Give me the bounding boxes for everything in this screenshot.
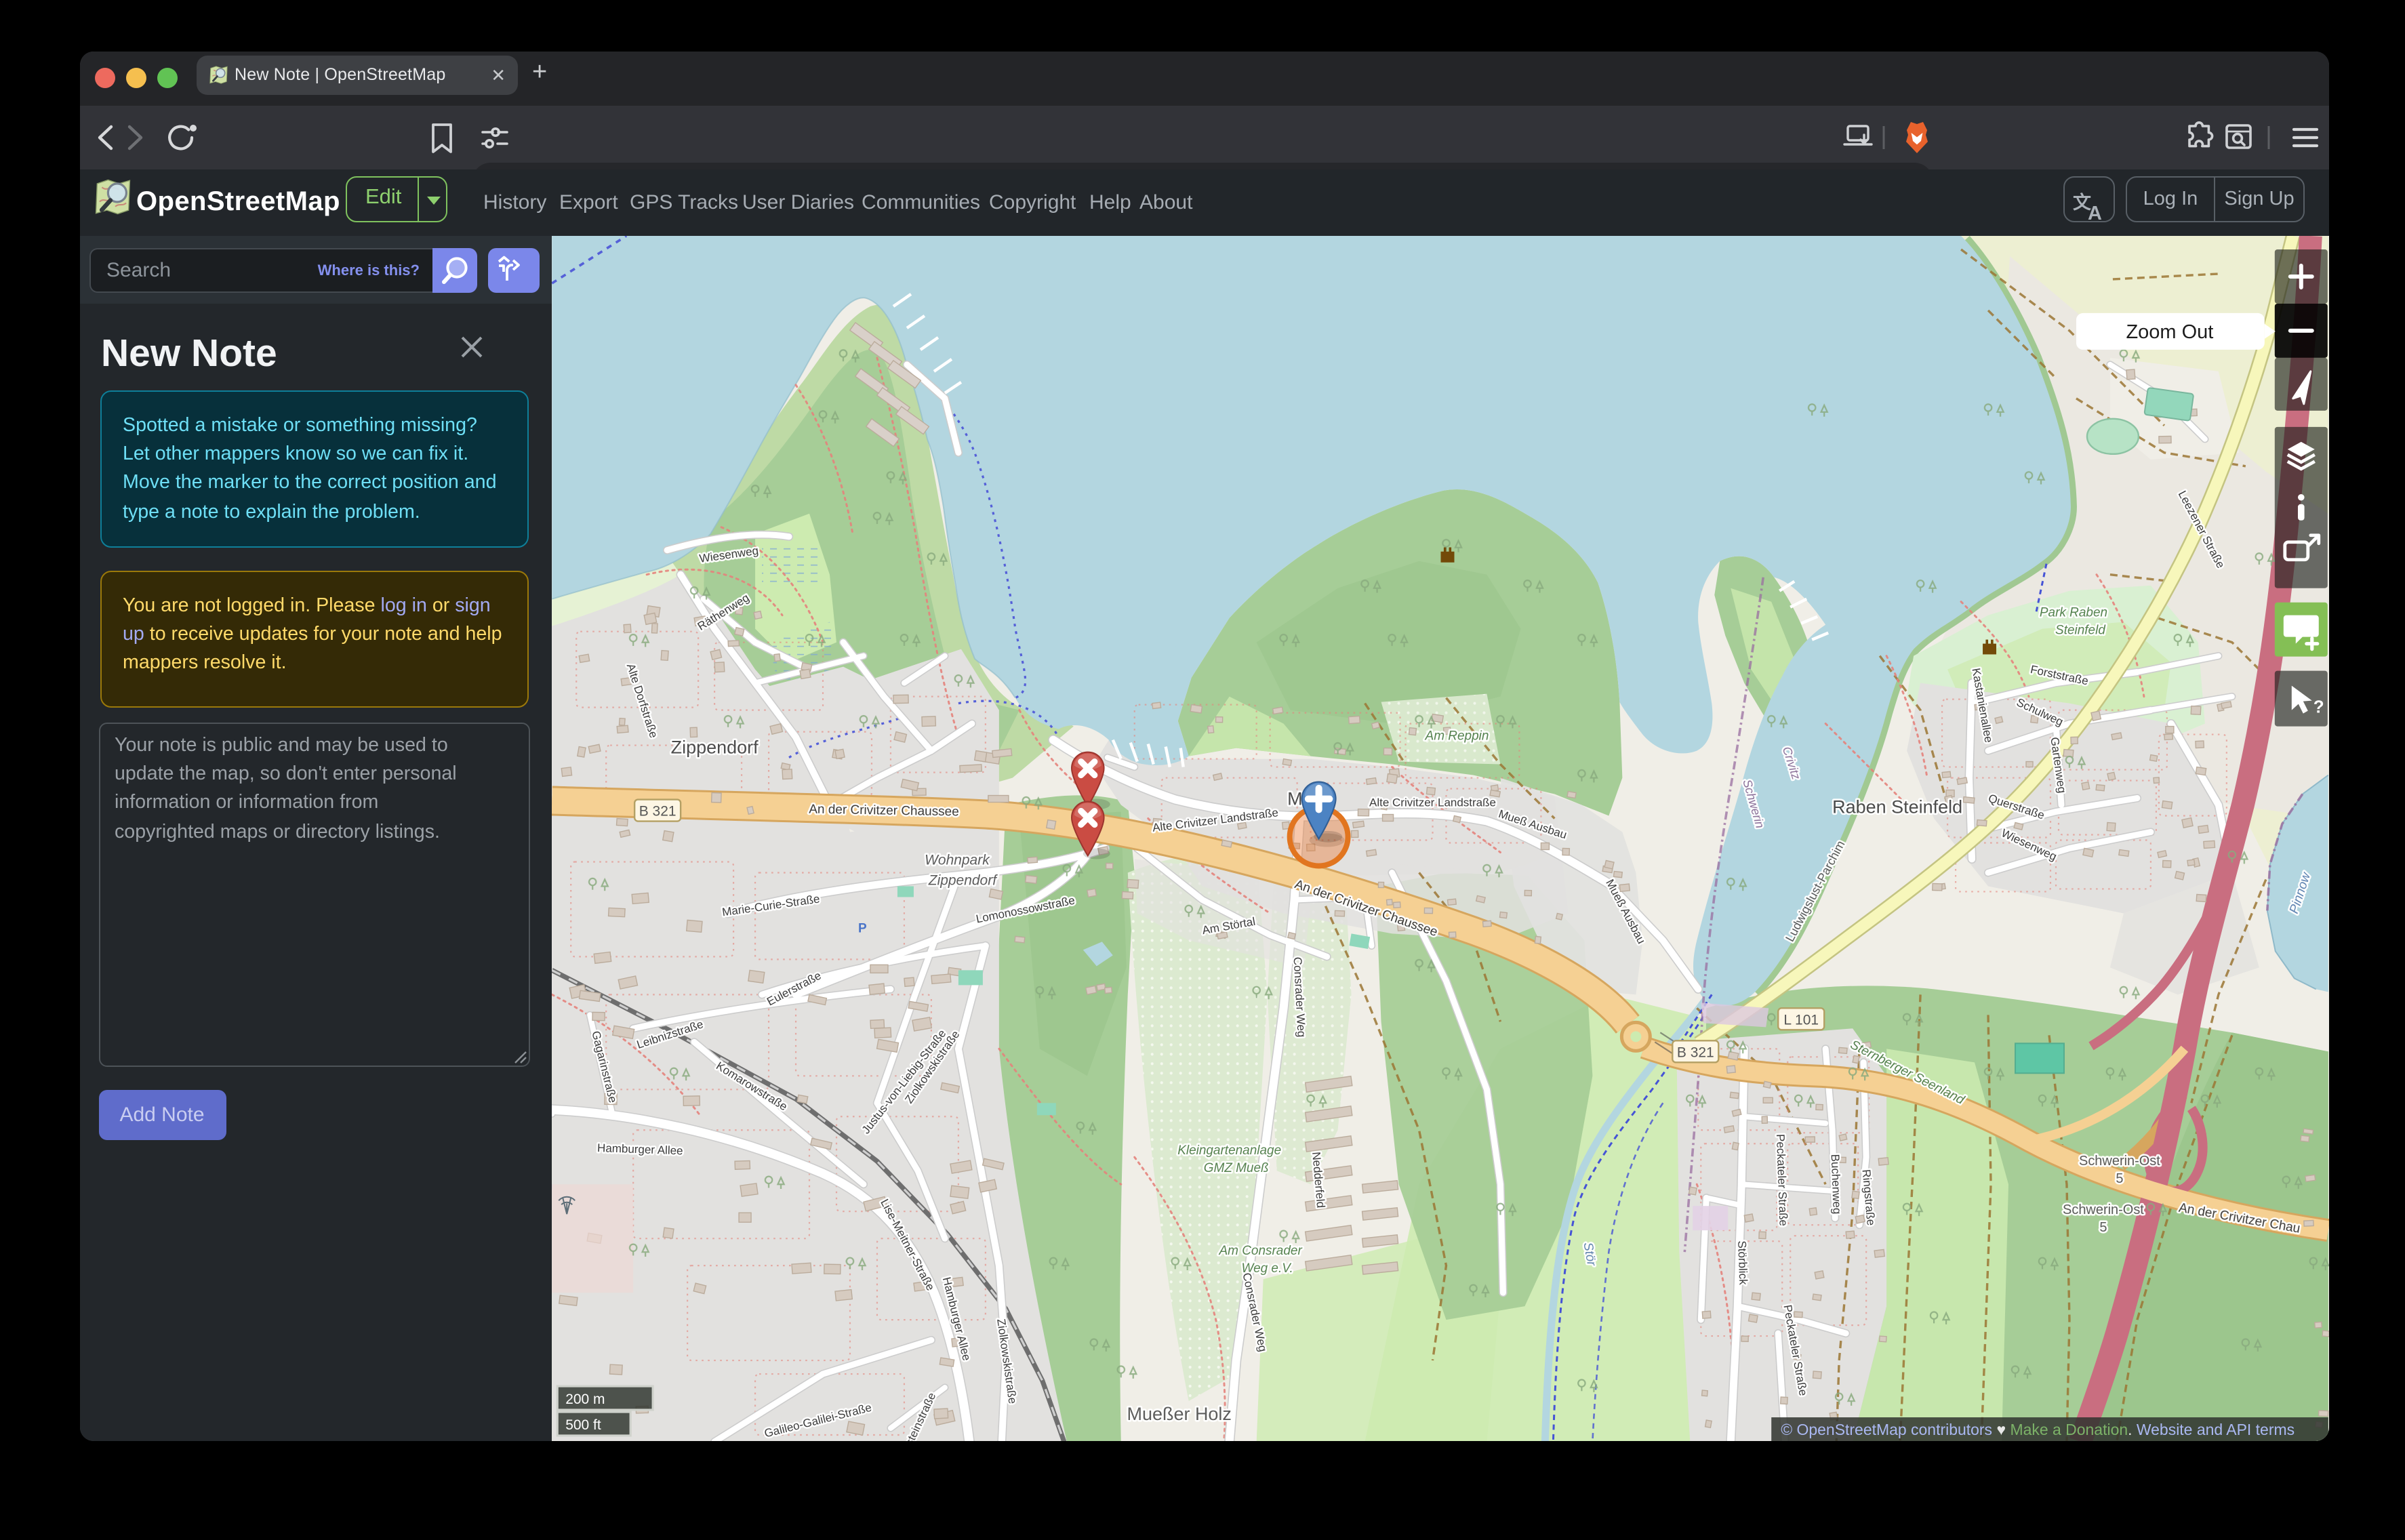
svg-text:?: ? <box>2313 696 2324 716</box>
svg-text:Zoom Out: Zoom Out <box>2126 321 2213 342</box>
svg-text:Zippendorf: Zippendorf <box>928 872 998 887</box>
svg-text:Störblick: Störblick <box>1735 1240 1750 1284</box>
svg-text:A: A <box>2087 203 2101 224</box>
svg-text:B 321: B 321 <box>639 803 676 819</box>
svg-text:Zippendorf: Zippendorf <box>671 737 759 757</box>
svg-text:Wohnpark: Wohnpark <box>925 851 990 867</box>
svg-text:Steinfeld: Steinfeld <box>2055 623 2106 637</box>
svg-text:Kleingartenanlage: Kleingartenanlage <box>1177 1143 1281 1157</box>
svg-text:GMZ Mueß: GMZ Mueß <box>1204 1160 1269 1175</box>
svg-text:P: P <box>858 920 867 935</box>
svg-text:Buchenweg: Buchenweg <box>1829 1153 1844 1213</box>
svg-text:Am Consrader: Am Consrader <box>1219 1243 1303 1257</box>
svg-text:B 321: B 321 <box>1677 1044 1714 1059</box>
svg-text:Mueßer Holz: Mueßer Holz <box>1127 1403 1232 1423</box>
svg-text:L 101: L 101 <box>1783 1011 1819 1027</box>
svg-text:Schwerin-Ost: Schwerin-Ost <box>2079 1153 2160 1168</box>
svg-text:Schwerin-Ost: Schwerin-Ost <box>2063 1202 2144 1217</box>
svg-text:An der Crivitzer Chaussee: An der Crivitzer Chaussee <box>809 802 959 819</box>
svg-text:200 m: 200 m <box>565 1391 605 1406</box>
svg-text:Raben Steinfeld: Raben Steinfeld <box>1832 796 1962 817</box>
svg-text:500 ft: 500 ft <box>565 1417 601 1432</box>
svg-text:Alte Crivitzer Landstraße: Alte Crivitzer Landstraße <box>1369 796 1496 809</box>
svg-text:5: 5 <box>2116 1171 2123 1186</box>
svg-text:Am Reppin: Am Reppin <box>1425 729 1489 743</box>
svg-text:5: 5 <box>2099 1219 2107 1234</box>
svg-text:Park Raben: Park Raben <box>2040 605 2107 620</box>
svg-text:© OpenStreetMap contributors ♥: © OpenStreetMap contributors ♥ Make a Do… <box>1781 1420 2295 1438</box>
